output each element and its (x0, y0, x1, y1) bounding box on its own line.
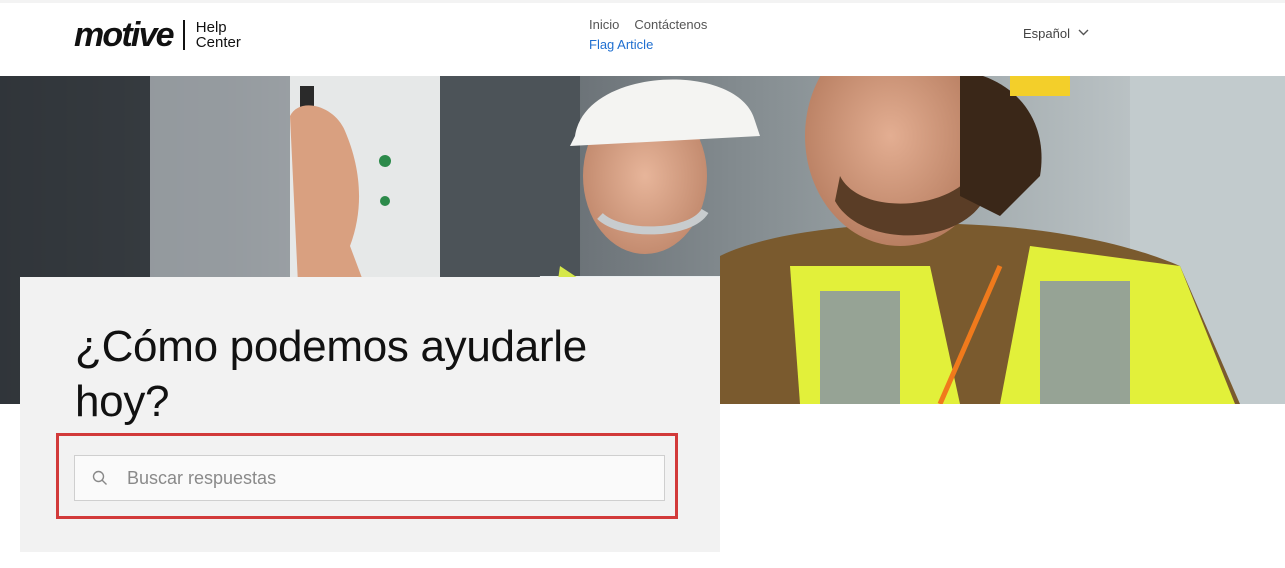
motive-help-center-logo[interactable]: motive Help Center (74, 18, 241, 52)
search-input[interactable] (125, 466, 629, 490)
chevron-down-icon (1078, 29, 1089, 35)
logo-sub-help: Help (195, 19, 227, 36)
help-center-page: motive Help Center Inicio Contáctenos Fl… (0, 0, 1285, 568)
top-nav: Inicio Contáctenos Flag Article (589, 15, 707, 55)
search-box[interactable] (74, 455, 665, 501)
language-selector[interactable]: Español (1023, 26, 1089, 41)
language-label: Español (1023, 26, 1070, 41)
page-title: ¿Cómo podemos ayudarle hoy? (75, 322, 587, 426)
logo-sub-center: Center (195, 34, 241, 51)
site-header: motive Help Center Inicio Contáctenos Fl… (0, 0, 1285, 76)
search-panel: ¿Cómo podemos ayudarle hoy? (20, 277, 720, 552)
nav-link-contact[interactable]: Contáctenos (634, 15, 707, 35)
search-icon (92, 470, 107, 485)
flag-article-link[interactable]: Flag Article (589, 35, 653, 55)
nav-links-row: Inicio Contáctenos (589, 15, 707, 35)
nav-link-home[interactable]: Inicio (589, 15, 619, 35)
logo-subtitle: Help Center (196, 20, 241, 50)
logo-divider (182, 20, 185, 50)
logo-wordmark: motive (74, 16, 175, 54)
